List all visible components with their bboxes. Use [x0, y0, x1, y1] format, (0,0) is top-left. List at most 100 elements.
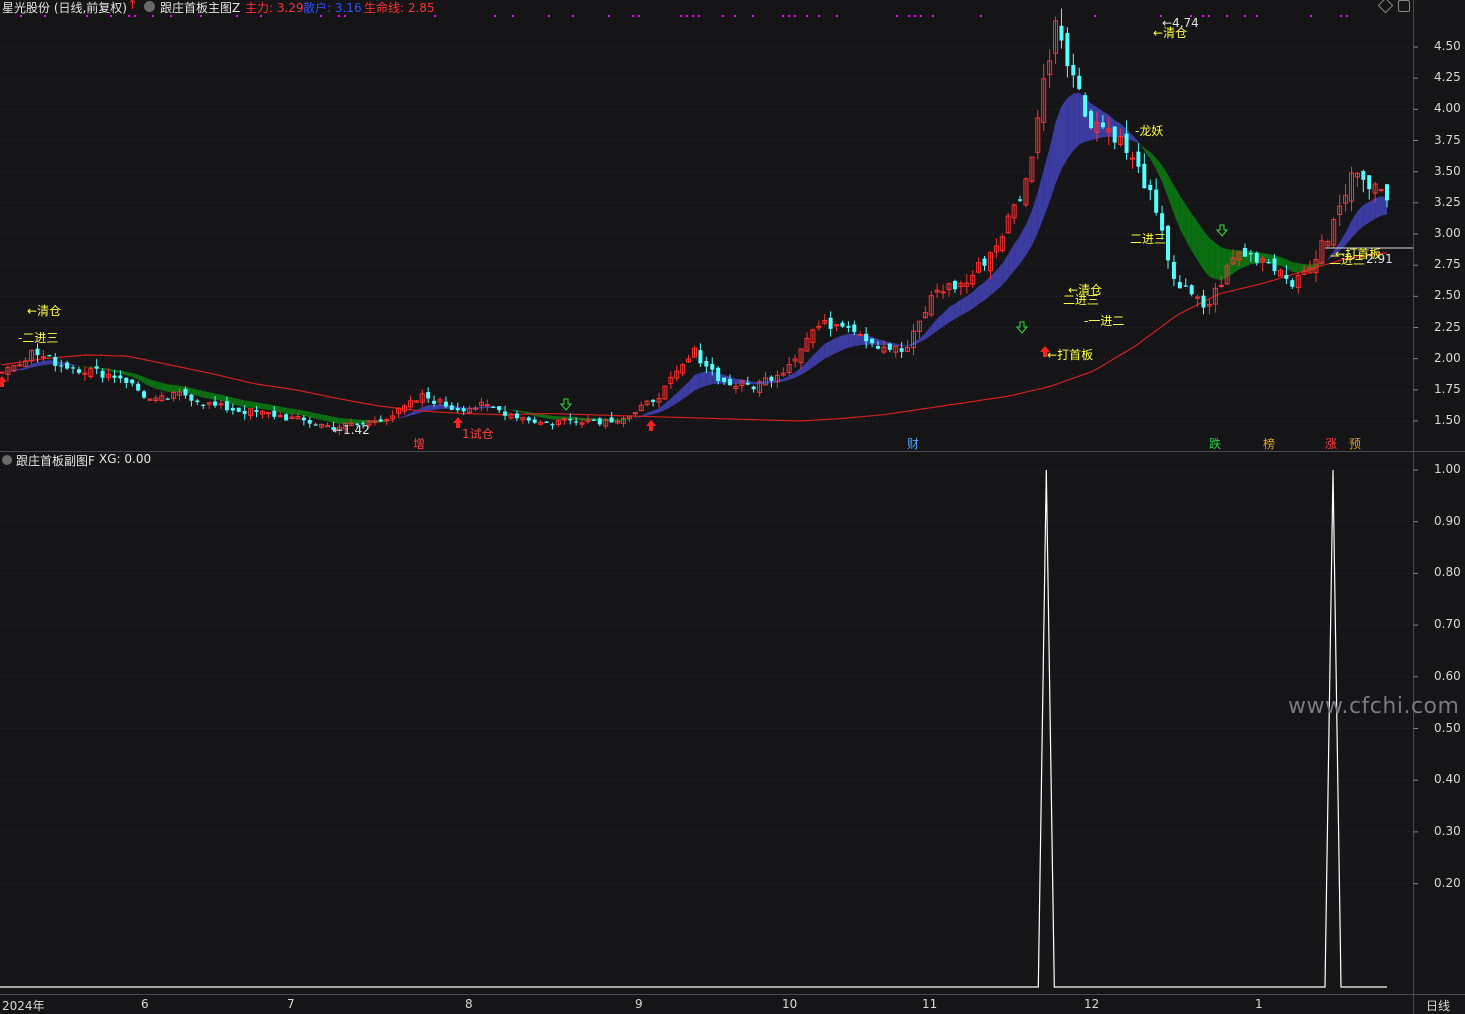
trend-band-segment: [830, 337, 837, 356]
signal-marker: [1346, 15, 1348, 17]
candle-body-down: [728, 378, 733, 386]
signal-marker: [908, 15, 910, 17]
candle-body-down: [550, 424, 555, 426]
trend-band-segment: [807, 355, 813, 372]
trend-band-segment: [256, 402, 263, 409]
candle-body-down: [76, 369, 81, 373]
candle-body-down: [378, 419, 383, 422]
collapse-indicator-button[interactable]: [144, 1, 155, 12]
date-axis-separator: [0, 994, 1465, 995]
candle-body-down: [1124, 133, 1129, 154]
date-label: 12: [1084, 997, 1100, 1011]
date-label: 10: [782, 997, 798, 1011]
xg-value: XG: 0.00: [99, 452, 152, 466]
signal-axis-tick: 0.40: [1434, 772, 1461, 787]
candle-body-down: [514, 413, 519, 419]
trend-band-segment: [836, 335, 843, 353]
trend-band-segment: [1020, 224, 1026, 264]
tag-die[interactable]: 跌: [1209, 435, 1221, 452]
candle-body-down: [745, 382, 750, 385]
collapse-sub-button[interactable]: [2, 455, 12, 465]
candle-body-down: [195, 400, 200, 403]
trend-band-segment: [1292, 262, 1299, 273]
trend-band-segment: [818, 343, 825, 363]
candle-body-down: [1083, 95, 1088, 117]
candle-body-down: [716, 367, 721, 381]
trend-band-segment: [1185, 204, 1192, 251]
candle-body-down: [236, 407, 241, 412]
tag-zhang[interactable]: 涨: [1325, 435, 1337, 452]
candle-body-down: [1183, 285, 1188, 287]
maximize-icon[interactable]: [1398, 0, 1410, 12]
candle-body-down: [201, 404, 206, 406]
zhuli-value: 主力: 3.29: [245, 1, 304, 15]
signal-marker: [638, 15, 640, 17]
candle-body-down: [461, 408, 466, 412]
signal-marker: [1256, 15, 1258, 17]
trend-band-segment: [1280, 257, 1287, 269]
trend-band-segment: [1286, 259, 1293, 272]
candle-body-down: [1071, 65, 1076, 76]
trend-band-segment: [398, 415, 405, 419]
sell-arrow-icon: [1215, 224, 1229, 237]
trend-band-segment: [434, 404, 440, 411]
trend-band-segment: [1262, 252, 1269, 263]
signal-marker: [920, 15, 922, 17]
trend-band-segment: [203, 391, 210, 399]
main-indicator-name: 跟庄首板主图Z: [160, 1, 241, 15]
trend-band-segment: [244, 400, 251, 408]
period-button[interactable]: 日线: [1426, 997, 1450, 1014]
tag-yu[interactable]: 预: [1349, 435, 1361, 452]
trend-band-segment: [824, 340, 831, 359]
signal-axis-tick: 0.60: [1434, 668, 1461, 683]
candle-body-down: [1361, 171, 1366, 180]
tag-cai[interactable]: 财: [907, 435, 919, 452]
trend-band-segment: [984, 276, 991, 301]
trend-band-segment: [1197, 221, 1204, 270]
sanhu-value: 散户: 3.16: [303, 1, 362, 15]
signal-axis-tick: 0.30: [1434, 823, 1461, 838]
trend-band-segment: [1031, 192, 1038, 246]
trend-band-segment: [753, 382, 760, 385]
candle-body-down: [1136, 151, 1141, 167]
trend-band-segment: [209, 392, 216, 401]
trend-band-segment: [167, 384, 174, 392]
trend-band-segment: [552, 415, 559, 420]
candle-body-down: [1077, 75, 1082, 90]
trend-band-segment: [1073, 92, 1080, 151]
trend-band-segment: [1179, 195, 1186, 241]
annotation-erjinsan-right: 二进三: [1329, 253, 1366, 267]
signal-marker: [632, 15, 634, 17]
price-axis-tick: 4.25: [1434, 70, 1461, 85]
trend-band-segment: [268, 404, 275, 412]
trend-band-segment: [937, 313, 944, 331]
tag-zeng[interactable]: 增: [413, 435, 425, 452]
signal-marker: [512, 15, 514, 17]
trend-band-segment: [901, 345, 908, 347]
tag-bang[interactable]: 榜: [1263, 435, 1275, 452]
trend-band-segment: [78, 366, 85, 368]
annotation-qingcang-top: ←清仓: [1153, 26, 1188, 40]
trend-band-segment: [1037, 169, 1044, 233]
trend-band-segment: [1026, 210, 1032, 256]
candle-body-down: [1367, 175, 1372, 190]
trend-band-segment: [954, 299, 961, 320]
candle-body-down: [230, 407, 235, 411]
trend-band-segment: [191, 388, 198, 396]
price-axis-tick: 4.50: [1434, 39, 1461, 53]
signal-marker: [794, 15, 796, 17]
candle-body-down: [870, 338, 875, 344]
trend-band-segment: [694, 372, 701, 391]
candle-body-down: [982, 258, 987, 266]
candle-body-down: [432, 400, 437, 404]
signal-marker: [806, 15, 808, 17]
trend-band-segment: [155, 381, 162, 391]
trend-band-segment: [623, 419, 630, 421]
trend-band-segment: [812, 349, 819, 368]
trend-band-segment: [84, 366, 91, 368]
trend-band-segment: [262, 403, 269, 410]
trend-band-segment: [682, 381, 689, 400]
trend-band-segment: [1162, 165, 1168, 198]
trend-band-segment: [1168, 174, 1174, 214]
candle-body-down: [609, 417, 614, 423]
